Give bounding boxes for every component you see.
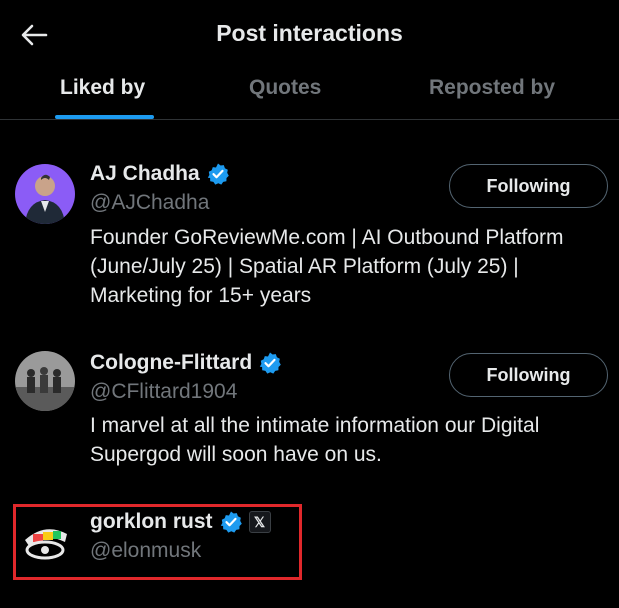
user-bio: I marvel at all the intimate information… (90, 411, 610, 469)
following-button[interactable]: Following (449, 353, 608, 397)
user-handle[interactable]: @CFlittard1904 (90, 380, 237, 404)
verified-badge-icon[interactable] (258, 351, 282, 375)
display-name[interactable]: AJ Chadha (90, 162, 200, 186)
user-bio: Founder GoReviewMe.com | AI Outbound Pla… (90, 223, 610, 310)
bio-line: Founder GoReviewMe.com | AI Outbound Pla… (90, 226, 564, 249)
page-title: Post interactions (216, 20, 403, 46)
name-row: Cologne-Flittard (90, 351, 282, 375)
avatar[interactable] (15, 351, 75, 411)
following-button[interactable]: Following (449, 164, 608, 208)
top-bar: Post interactions (0, 0, 619, 66)
tab-quotes[interactable]: Quotes (249, 76, 321, 100)
active-tab-indicator (55, 115, 154, 119)
user-handle[interactable]: @AJChadha (90, 191, 209, 215)
display-name[interactable]: Cologne-Flittard (90, 351, 252, 375)
name-row: AJ Chadha (90, 162, 230, 186)
tab-bar: Liked by Quotes Reposted by (0, 66, 619, 120)
avatar[interactable] (15, 164, 75, 224)
bio-line: (June/July 25) | Spatial AR Platform (Ju… (90, 255, 519, 278)
highlight-box (13, 504, 302, 580)
tab-liked-by[interactable]: Liked by (60, 76, 145, 100)
verified-badge-icon[interactable] (206, 162, 230, 186)
tab-reposted-by[interactable]: Reposted by (429, 76, 555, 100)
bio-line: Supergod will soon have on us. (90, 443, 382, 466)
bio-line: I marvel at all the intimate information… (90, 414, 540, 437)
bio-line: Marketing for 15+ years (90, 284, 312, 307)
